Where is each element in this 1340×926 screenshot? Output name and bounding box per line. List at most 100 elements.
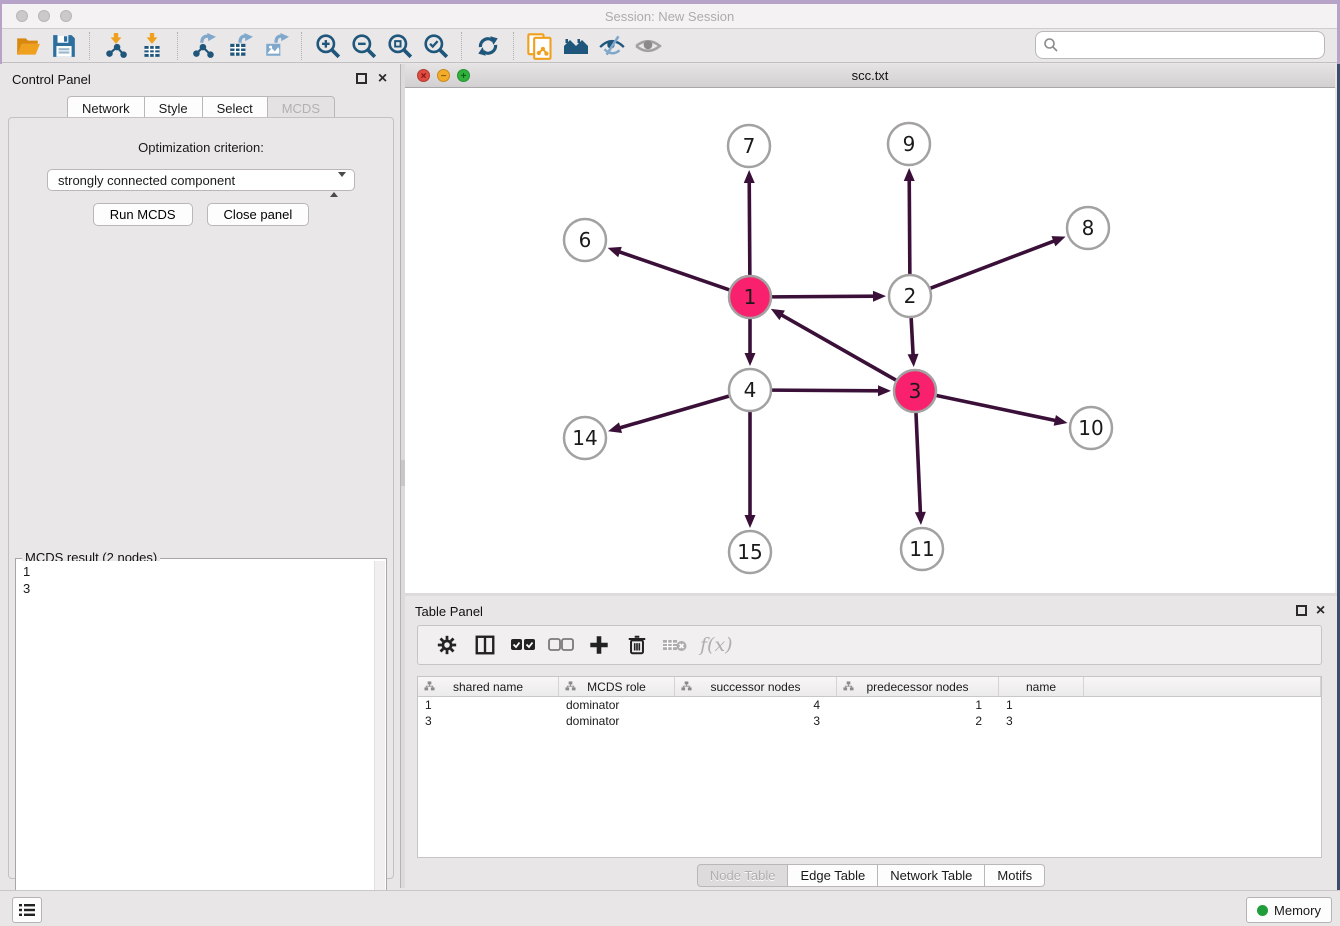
cell-name[interactable]: 1 (999, 698, 1084, 712)
graph-edge-arrowhead (744, 170, 755, 183)
graph-node-6[interactable]: 6 (564, 219, 606, 261)
export-table-icon[interactable] (225, 31, 255, 61)
graph-node-8[interactable]: 8 (1067, 207, 1109, 249)
column-header-predecessor-nodes[interactable]: predecessor nodes (837, 677, 999, 696)
mcds-result-list[interactable]: 1 3 (17, 561, 374, 926)
column-header-name[interactable]: name (999, 677, 1084, 696)
column-sort-icon[interactable] (843, 681, 854, 695)
table-panel-close-icon[interactable]: × (1315, 605, 1326, 616)
graph-node-4[interactable]: 4 (729, 369, 771, 411)
mcds-result-scrollbar[interactable] (374, 561, 385, 926)
graph-node-1[interactable]: 1 (729, 276, 771, 318)
first-neighbors-icon[interactable] (561, 31, 591, 61)
zoom-selected-icon[interactable] (421, 31, 451, 61)
window-title: Session: New Session (2, 9, 1337, 24)
table-settings-gear-icon[interactable] (433, 631, 461, 659)
zoom-fit-content-icon[interactable] (385, 31, 415, 61)
open-session-icon[interactable] (13, 31, 43, 61)
run-mcds-button[interactable]: Run MCDS (93, 203, 193, 226)
graph-edge-3-11[interactable] (916, 413, 921, 515)
cell-successor-nodes[interactable]: 3 (675, 714, 837, 728)
table-row[interactable]: 1 dominator 4 1 1 (418, 697, 1321, 713)
graph-edge-2-3[interactable] (911, 318, 913, 357)
hide-panel-eye-icon[interactable] (597, 31, 627, 61)
cell-shared-name[interactable]: 3 (418, 714, 559, 728)
cell-name[interactable]: 3 (999, 714, 1084, 728)
cell-shared-name[interactable]: 1 (418, 698, 559, 712)
graph-edge-4-14[interactable] (618, 396, 729, 428)
clone-network-icon[interactable] (525, 31, 555, 61)
table-row[interactable]: 3 dominator 3 2 3 (418, 713, 1321, 729)
graph-edge-4-3[interactable] (772, 390, 881, 391)
tab-edge-table[interactable]: Edge Table (787, 864, 878, 887)
cell-mcds-role[interactable]: dominator (559, 698, 675, 712)
search-box[interactable] (1035, 31, 1325, 59)
import-network-icon[interactable] (101, 31, 131, 61)
zoom-in-icon[interactable] (313, 31, 343, 61)
column-sort-icon[interactable] (681, 681, 692, 695)
table-panel-maximize-icon[interactable] (1296, 605, 1307, 616)
export-image-icon[interactable] (261, 31, 291, 61)
column-header-shared-name[interactable]: shared name (418, 677, 559, 696)
graph-edge-3-10[interactable] (937, 396, 1058, 421)
split-columns-icon[interactable] (471, 631, 499, 659)
column-header-successor-nodes[interactable]: successor nodes (675, 677, 837, 696)
cell-predecessor-nodes[interactable]: 1 (837, 698, 999, 712)
svg-text:9: 9 (903, 132, 916, 156)
column-sort-icon[interactable] (424, 681, 435, 695)
network-canvas[interactable]: 1 2 3 4 6 7 8 9 10 11 14 15 (405, 88, 1335, 593)
refresh-view-icon[interactable] (473, 31, 503, 61)
export-network-icon[interactable] (189, 31, 219, 61)
search-input[interactable] (1059, 35, 1324, 55)
optimization-criterion-label: Optimization criterion: (9, 140, 393, 155)
graph-edge-2-8[interactable] (931, 240, 1057, 288)
select-all-columns-icon[interactable] (509, 631, 537, 659)
add-column-icon[interactable] (585, 631, 613, 659)
tab-motifs[interactable]: Motifs (984, 864, 1045, 887)
column-header-empty (1084, 677, 1321, 696)
graph-node-9[interactable]: 9 (888, 123, 930, 165)
node-table[interactable]: shared name MCDS role successor nodes pr… (417, 676, 1322, 858)
criterion-dropdown[interactable]: strongly connected component (47, 169, 355, 191)
import-table-icon[interactable] (137, 31, 167, 61)
graph-node-2[interactable]: 2 (889, 275, 931, 317)
graph-node-14[interactable]: 14 (564, 417, 606, 459)
graph-edge-3-1[interactable] (780, 314, 896, 380)
cell-predecessor-nodes[interactable]: 2 (837, 714, 999, 728)
task-history-button[interactable] (12, 897, 42, 923)
graph-edge-1-6[interactable] (617, 251, 729, 290)
tab-network-table[interactable]: Network Table (877, 864, 985, 887)
control-panel-maximize-icon[interactable] (356, 73, 367, 84)
graph-node-10[interactable]: 10 (1070, 407, 1112, 449)
graph-edge-1-7[interactable] (749, 180, 750, 275)
save-session-icon[interactable] (49, 31, 79, 61)
column-sort-icon[interactable] (565, 681, 576, 695)
zoom-out-icon[interactable] (349, 31, 379, 61)
cell-mcds-role[interactable]: dominator (559, 714, 675, 728)
application-window: Session: New Session (0, 0, 1340, 926)
close-panel-button[interactable]: Close panel (207, 203, 310, 226)
graph-node-7[interactable]: 7 (728, 125, 770, 167)
graph-edge-1-2[interactable] (772, 296, 876, 297)
column-header-mcds-role[interactable]: MCDS role (559, 677, 675, 696)
toolbar-separator (513, 32, 515, 60)
tab-node-table[interactable]: Node Table (697, 864, 789, 887)
graph-edge-2-9[interactable] (909, 178, 910, 274)
titlebar: Session: New Session (2, 4, 1337, 29)
control-panel-title: Control Panel (12, 72, 91, 87)
graph-node-15[interactable]: 15 (729, 531, 771, 573)
svg-text:11: 11 (909, 537, 934, 561)
control-panel-close-icon[interactable]: × (377, 73, 388, 84)
criterion-value: strongly connected component (58, 173, 235, 188)
graph-node-11[interactable]: 11 (901, 528, 943, 570)
graph-edge-arrowhead (904, 168, 915, 181)
cell-successor-nodes[interactable]: 4 (675, 698, 837, 712)
mcds-result-line: 3 (23, 580, 368, 597)
search-icon (1043, 37, 1059, 53)
svg-text:15: 15 (737, 540, 762, 564)
deselect-all-columns-icon[interactable] (547, 631, 575, 659)
delete-column-trash-icon[interactable] (623, 631, 651, 659)
memory-button[interactable]: Memory (1246, 897, 1332, 923)
show-panel-eye-icon[interactable] (633, 31, 663, 61)
graph-node-3[interactable]: 3 (894, 370, 936, 412)
